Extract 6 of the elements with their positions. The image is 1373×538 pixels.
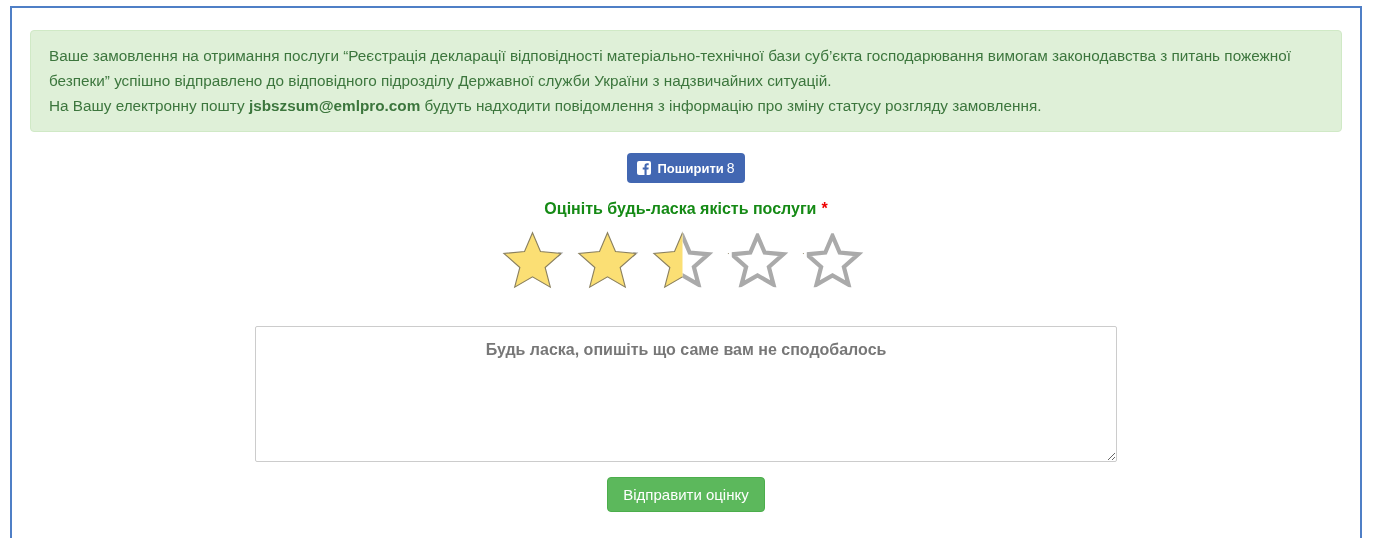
facebook-icon — [637, 161, 652, 175]
share-button[interactable]: Поширити 8 — [627, 153, 745, 183]
success-alert: Ваше замовлення на отримання послуги “Реєстрація декларації відповідності матеріально-технічної бази суб’єкта господарювання вимогам законодавства з питань пожежної безпеки” успішно відправлено до відповідного підрозділу Державної служби України з надзвичайних ситуацій. На Вашу електронну пошту jsbszsum@emlpro.com будуть надходити повідомлення з інформацію про зміну статусу розгляду замовлення. — [30, 30, 1342, 132]
feedback-field[interactable]: Будь ласка, опишіть що саме вам не сподобалось — [255, 326, 1117, 462]
required-mark: * — [821, 200, 828, 218]
rating-label: Оцініть будь-ласка якість послуги — [544, 200, 817, 218]
